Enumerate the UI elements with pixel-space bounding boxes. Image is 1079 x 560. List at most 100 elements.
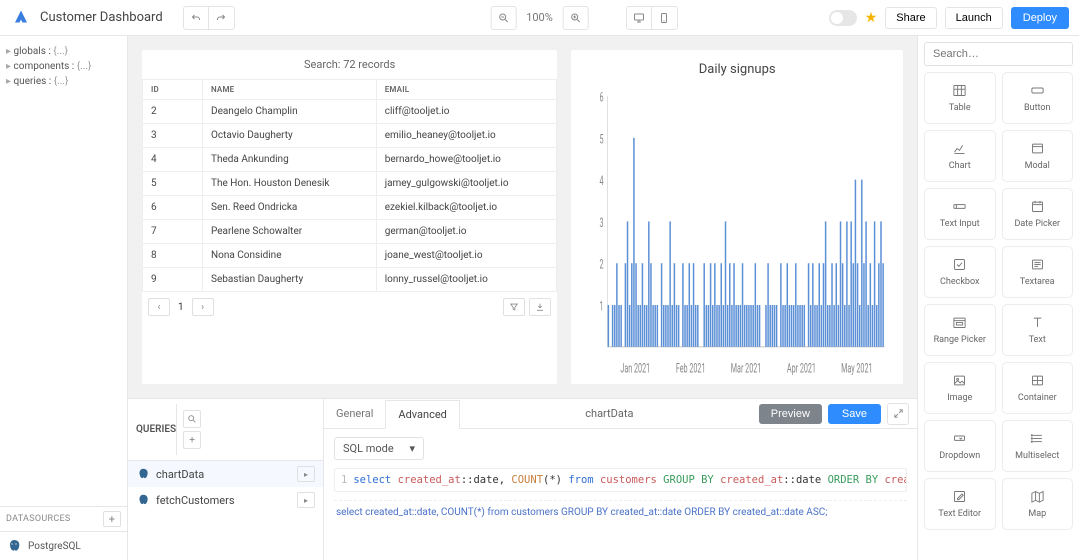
share-button[interactable]: Share [885, 7, 936, 29]
postgresql-icon [136, 467, 150, 481]
dark-mode-toggle[interactable] [829, 10, 857, 26]
sql-editor[interactable]: 1select created_at::date, COUNT(*) from … [334, 468, 907, 492]
cell-email: ezekiel.kilback@tooljet.io [376, 196, 557, 220]
cell-email: bernardo_howe@tooljet.io [376, 148, 557, 172]
page-number: 1 [174, 302, 188, 313]
date-picker-icon [1030, 199, 1045, 214]
datasources-heading: DATASOURCES [6, 514, 71, 524]
dropdown-icon [952, 431, 967, 446]
add-datasource-button[interactable]: + [103, 511, 121, 527]
add-query-button[interactable]: + [183, 431, 201, 449]
textarea-icon [1030, 257, 1045, 272]
svg-text:Mar 2021: Mar 2021 [731, 360, 762, 376]
component-textarea[interactable]: Textarea [1002, 246, 1074, 298]
query-item-chartData[interactable]: chartData▸ [128, 461, 323, 487]
run-query-button[interactable]: ▸ [297, 492, 315, 508]
cell-id: 7 [143, 220, 203, 244]
table-row[interactable]: 3Octavio Daughertyemilio_heaney@tooljet.… [143, 124, 557, 148]
checkbox-icon [952, 257, 967, 272]
table-row[interactable]: 7Pearlene Schowaltergerman@tooljet.io [143, 220, 557, 244]
component-checkbox[interactable]: Checkbox [924, 246, 996, 298]
component-date-picker[interactable]: Date Picker [1002, 188, 1074, 240]
canvas[interactable]: Search: 72 records IDNAMEEMAIL 2Deangelo… [128, 36, 917, 398]
cell-id: 6 [143, 196, 203, 220]
cell-name: The Hon. Houston Denesik [203, 172, 377, 196]
cell-email: lonny_russel@tooljet.io [376, 268, 557, 292]
expand-editor-button[interactable] [887, 403, 909, 425]
component-map[interactable]: Map [1002, 478, 1074, 530]
query-item-fetchCustomers[interactable]: fetchCustomers▸ [128, 487, 323, 513]
table-row[interactable]: 4Theda Ankundingbernardo_howe@tooljet.io [143, 148, 557, 172]
cell-email: emilio_heaney@tooljet.io [376, 124, 557, 148]
tab-advanced[interactable]: Advanced [385, 400, 459, 429]
cell-name: Sen. Reed Ondricka [203, 196, 377, 220]
page-title: Customer Dashboard [40, 10, 163, 25]
zoom-value: 100% [522, 11, 557, 24]
button-icon [1030, 83, 1045, 98]
component-text-input[interactable]: Text Input [924, 188, 996, 240]
sql-mode-select[interactable]: SQL mode ▾ [334, 437, 424, 460]
tree-item-globals[interactable]: ▸ globals : {...} [6, 44, 121, 59]
page-prev-button[interactable]: ‹ [148, 298, 170, 316]
preview-button[interactable]: Preview [759, 404, 822, 424]
chart-widget[interactable]: Daily signups 123456Jan 2021Feb 2021Mar … [571, 50, 903, 384]
postgresql-icon [136, 493, 150, 507]
deploy-button[interactable]: Deploy [1011, 7, 1069, 29]
table-widget[interactable]: Search: 72 records IDNAMEEMAIL 2Deangelo… [142, 50, 557, 384]
desktop-view-button[interactable] [626, 6, 652, 30]
table-search-summary: Search: 72 records [142, 50, 557, 79]
multiselect-icon [1030, 431, 1045, 446]
cell-email: jamey_gulgowski@tooljet.io [376, 172, 557, 196]
component-text-editor[interactable]: Text Editor [924, 478, 996, 530]
cell-name: Octavio Daugherty [203, 124, 377, 148]
component-image[interactable]: Image [924, 362, 996, 414]
run-query-button[interactable]: ▸ [297, 466, 315, 482]
download-button[interactable] [529, 298, 551, 316]
component-table[interactable]: Table [924, 72, 996, 124]
table-row[interactable]: 8Nona Considinejoane_west@tooljet.io [143, 244, 557, 268]
component-range-picker[interactable]: Range Picker [924, 304, 996, 356]
save-button[interactable]: Save [828, 404, 881, 424]
cell-email: cliff@tooljet.io [376, 100, 557, 124]
table-icon [952, 83, 967, 98]
component-chart[interactable]: Chart [924, 130, 996, 182]
chart-icon [952, 141, 967, 156]
component-modal[interactable]: Modal [1002, 130, 1074, 182]
table-row[interactable]: 5The Hon. Houston Denesikjamey_gulgowski… [143, 172, 557, 196]
component-button[interactable]: Button [1002, 72, 1074, 124]
zoom-in-button[interactable] [563, 6, 589, 30]
table-row[interactable]: 9Sebastian Daughertylonny_russel@tooljet… [143, 268, 557, 292]
component-multiselect[interactable]: Multiselect [1002, 420, 1074, 472]
component-container[interactable]: Container [1002, 362, 1074, 414]
search-queries-button[interactable] [183, 410, 201, 428]
cell-name: Theda Ankunding [203, 148, 377, 172]
page-next-button[interactable]: › [192, 298, 214, 316]
datasource-postgresql[interactable]: PostgreSQL [0, 532, 127, 560]
undo-button[interactable] [183, 6, 209, 30]
zoom-out-button[interactable] [490, 6, 516, 30]
table-row[interactable]: 2Deangelo Champlincliff@tooljet.io [143, 100, 557, 124]
components-panel: TableButtonChartModalText InputDate Pick… [917, 36, 1079, 560]
image-icon [952, 373, 967, 388]
redo-button[interactable] [209, 6, 235, 30]
filter-button[interactable] [503, 298, 525, 316]
column-header[interactable]: EMAIL [376, 80, 557, 100]
component-text[interactable]: Text [1002, 304, 1074, 356]
svg-text:Apr 2021: Apr 2021 [787, 360, 816, 376]
component-dropdown[interactable]: Dropdown [924, 420, 996, 472]
launch-button[interactable]: Launch [945, 7, 1003, 29]
search-components-input[interactable] [924, 42, 1073, 66]
tab-general[interactable]: General [324, 399, 385, 428]
cell-id: 9 [143, 268, 203, 292]
svg-text:6: 6 [600, 89, 604, 105]
tree-item-queries[interactable]: ▸ queries : {...} [6, 74, 121, 89]
postgresql-icon [6, 538, 22, 554]
svg-text:3: 3 [600, 215, 604, 231]
cell-name: Pearlene Schowalter [203, 220, 377, 244]
mobile-view-button[interactable] [652, 6, 678, 30]
tree-item-components[interactable]: ▸ components : {...} [6, 59, 121, 74]
cell-email: german@tooljet.io [376, 220, 557, 244]
column-header[interactable]: ID [143, 80, 203, 100]
table-row[interactable]: 6Sen. Reed Ondrickaezekiel.kilback@toolj… [143, 196, 557, 220]
column-header[interactable]: NAME [203, 80, 377, 100]
